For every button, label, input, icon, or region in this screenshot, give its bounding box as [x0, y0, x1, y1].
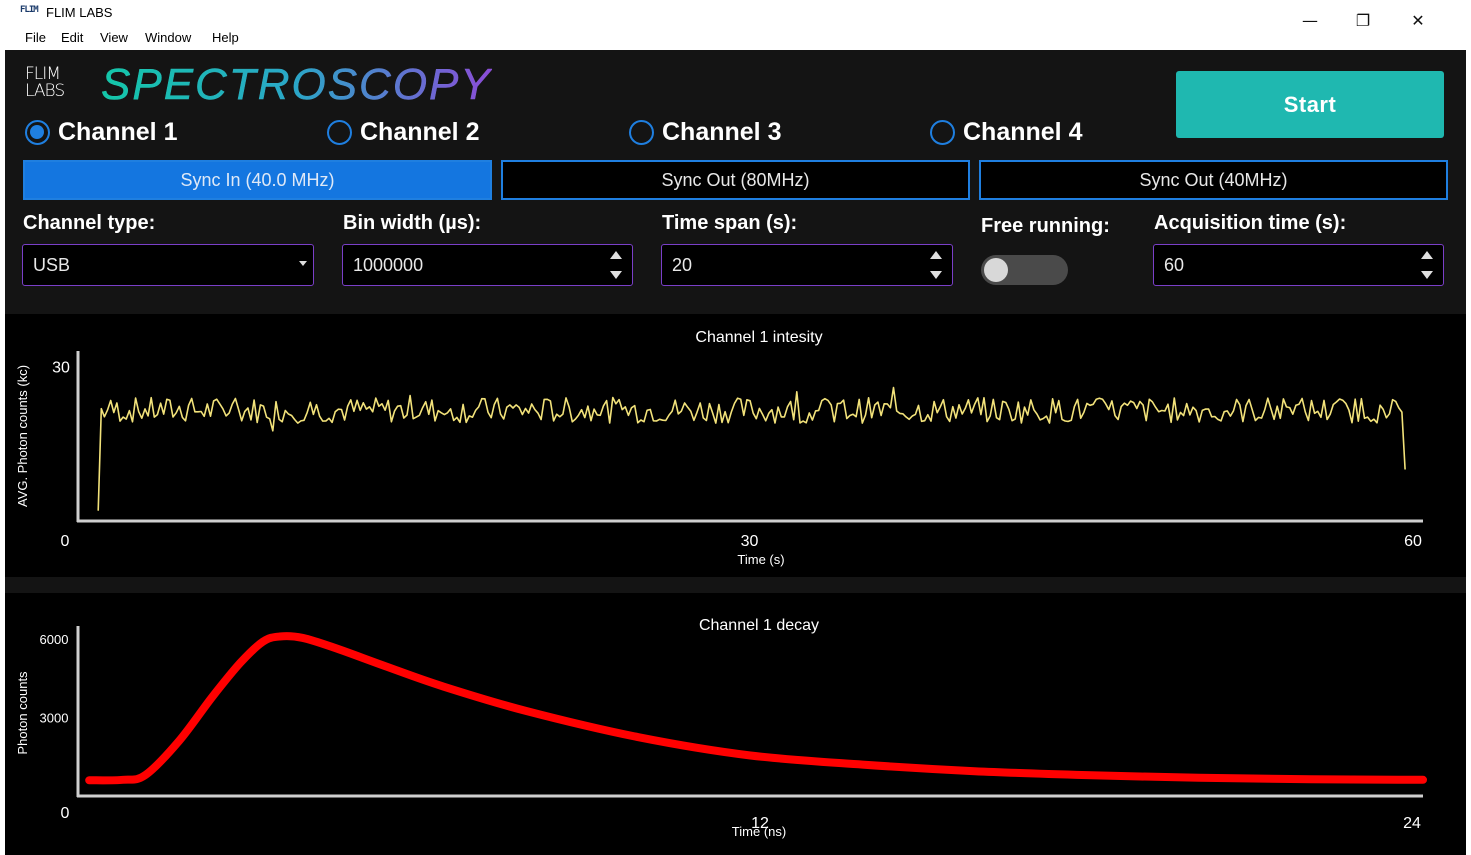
decay-chart-svg: Channel 1 decay Photon counts Time (ns) … [15, 617, 1427, 839]
channel-type-label: Channel type: [23, 212, 156, 234]
main-panel: FLIM LABS SPECTROSCOPY Start Channel 1 C… [5, 50, 1466, 855]
menu-help[interactable]: Help [212, 30, 239, 45]
x-tick-label: 60 [1404, 533, 1422, 550]
channel-3-radio[interactable]: Channel 3 [629, 116, 781, 148]
channel-label: Channel 1 [58, 117, 178, 146]
decay-series-line [85, 632, 1427, 785]
ticks: 0 12 24 6000 3000 [40, 632, 1421, 832]
time-span-value: 20 [672, 254, 693, 275]
intensity-chart-svg: Channel 1 intesity AVG. Photon counts (k… [15, 329, 1423, 567]
channel-4-radio[interactable]: Channel 4 [930, 116, 1082, 148]
plot-separator [5, 577, 1466, 593]
spin-arrows-icon[interactable] [1421, 251, 1433, 279]
flim-labs-logo: FLIM LABS [25, 66, 85, 106]
intensity-series-line [97, 386, 1406, 511]
sync-out-80-button[interactable]: Sync Out (80MHz) [501, 160, 970, 200]
sync-in-button[interactable]: Sync In (40.0 MHz) [23, 160, 492, 200]
intensity-plot: Channel 1 intesity AVG. Photon counts (k… [5, 314, 1466, 577]
x-tick-label: 0 [61, 805, 70, 822]
radio-selected-icon [25, 119, 50, 145]
decay-plot: Channel 1 decay Photon counts Time (ns) … [5, 593, 1466, 855]
start-button[interactable]: Start [1176, 71, 1444, 138]
radio-unselected-icon [930, 119, 955, 145]
acquisition-time-value: 60 [1164, 254, 1185, 275]
menu-edit[interactable]: Edit [61, 30, 83, 45]
menu-file[interactable]: File [25, 30, 46, 45]
time-span-label: Time span (s): [662, 212, 798, 234]
x-tick-label: 24 [1403, 815, 1421, 832]
chart-title: Channel 1 intesity [695, 329, 822, 346]
acquisition-time-label: Acquisition time (s): [1154, 212, 1347, 234]
channel-type-value: USB [33, 254, 71, 275]
x-axis-label: Time (s) [737, 552, 784, 567]
app-brand-title: SPECTROSCOPY [101, 60, 492, 110]
toggle-knob [984, 258, 1008, 282]
axes [76, 626, 1423, 798]
y-tick-label: 6000 [40, 632, 69, 647]
menu-view[interactable]: View [100, 30, 128, 45]
menu-window[interactable]: Window [145, 30, 191, 45]
x-tick-label: 12 [751, 815, 769, 832]
channel-1-radio[interactable]: Channel 1 [25, 116, 177, 148]
sync-out-40-button[interactable]: Sync Out (40MHz) [979, 160, 1448, 200]
free-running-label: Free running: [981, 215, 1110, 237]
bin-width-spinbox[interactable]: 1000000 [342, 244, 633, 286]
chart-title: Channel 1 decay [699, 617, 819, 634]
dropdown-arrow-icon [299, 261, 307, 266]
channel-label: Channel 2 [360, 117, 480, 146]
y-tick-label: 30 [52, 359, 70, 376]
acquisition-time-spinbox[interactable]: 60 [1153, 244, 1444, 286]
axes [76, 351, 1423, 523]
window-title: FLIM LABS [46, 5, 113, 20]
spin-arrows-icon[interactable] [930, 251, 942, 279]
series [97, 386, 1406, 511]
free-running-toggle[interactable] [981, 255, 1068, 285]
channel-label: Channel 4 [963, 117, 1083, 146]
spin-arrows-icon[interactable] [610, 251, 622, 279]
logo-line-2: LABS [25, 81, 65, 101]
radio-unselected-icon [327, 119, 352, 145]
series [85, 632, 1427, 785]
menu-bar: File Edit View Window Help [0, 28, 1471, 50]
time-span-spinbox[interactable]: 20 [661, 244, 953, 286]
title-bar: FLIM FLIM LABS [0, 0, 1471, 28]
y-axis-label: Photon counts [15, 671, 30, 755]
y-axis-label: AVG. Photon counts (kc) [15, 365, 30, 507]
channel-2-radio[interactable]: Channel 2 [327, 116, 479, 148]
y-tick-label: 3000 [40, 711, 69, 726]
x-tick-label: 0 [61, 533, 70, 550]
bin-width-value: 1000000 [353, 254, 424, 275]
x-tick-label: 30 [741, 533, 759, 550]
bin-width-label: Bin width (µs): [343, 212, 482, 234]
channel-type-select[interactable]: USB [22, 244, 314, 286]
channel-label: Channel 3 [662, 117, 782, 146]
app-logo-icon: FLIM [20, 5, 39, 15]
radio-unselected-icon [629, 119, 654, 145]
